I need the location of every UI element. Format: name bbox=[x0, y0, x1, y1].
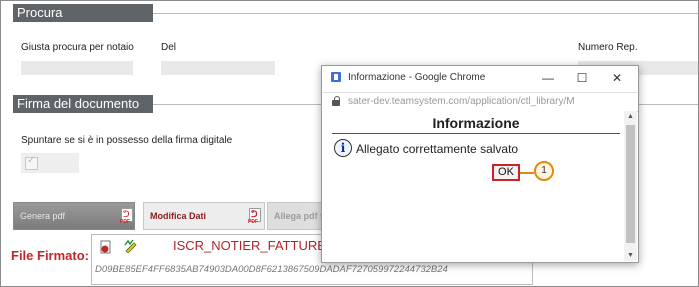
page-frame: Procura Giusta procura per notaio Del Nu… bbox=[0, 0, 699, 287]
popup-scrollbar[interactable]: ▲ ▼ bbox=[624, 111, 637, 261]
section-header-firma: Firma del documento bbox=[13, 95, 153, 113]
popup-heading: Informazione bbox=[332, 115, 620, 134]
ok-button[interactable]: OK bbox=[492, 164, 520, 181]
popup-window-title: Informazione - Google Chrome bbox=[348, 72, 486, 83]
scrollbar-thumb[interactable] bbox=[626, 125, 635, 243]
firma-digitale-checkbox[interactable] bbox=[21, 153, 79, 173]
allega-pdf-firmato-button[interactable]: Allega pdf fir bbox=[267, 202, 325, 230]
chrome-icon bbox=[331, 72, 341, 82]
allega-pdf-label: Allega pdf fir bbox=[274, 211, 325, 221]
lock-icon bbox=[332, 96, 340, 106]
file-hash: D09BE85EF4FF6835AB74903DA00D8F6213867509… bbox=[95, 264, 448, 275]
close-icon[interactable]: ✕ bbox=[607, 68, 627, 88]
popup-content: Informazione i Allegato correttamente sa… bbox=[322, 111, 624, 261]
pdf-icon: ᕤ PDF bbox=[120, 208, 133, 225]
section-title-procura: Procura bbox=[17, 5, 63, 20]
callout-line bbox=[520, 172, 534, 174]
minimize-icon[interactable]: — bbox=[538, 68, 558, 88]
maximize-icon[interactable]: ☐ bbox=[572, 68, 592, 88]
file-name-link[interactable]: ISCR_NOTIER_FATTURE_1 bbox=[173, 238, 340, 253]
scroll-up-icon[interactable]: ▲ bbox=[627, 113, 634, 120]
info-popup-window: Informazione - Google Chrome — ☐ ✕ sater… bbox=[321, 65, 639, 263]
signed-file-icon bbox=[100, 240, 111, 254]
label-firma-digitale: Spuntare se si è in possesso della firma… bbox=[21, 135, 233, 146]
file-firmato-label: File Firmato: bbox=[11, 248, 90, 263]
popup-url: sater-dev.teamsystem.com/application/ctl… bbox=[348, 96, 575, 107]
del-field[interactable] bbox=[161, 61, 275, 75]
step-callout-badge: 1 bbox=[534, 161, 554, 181]
notaio-field[interactable] bbox=[21, 61, 133, 75]
modifica-dati-label: Modifica Dati bbox=[150, 211, 207, 221]
label-notaio: Giusta procura per notaio bbox=[21, 42, 134, 53]
info-icon: i bbox=[334, 139, 352, 157]
popup-url-bar: sater-dev.teamsystem.com/application/ctl… bbox=[322, 92, 638, 112]
checkbox-check-icon bbox=[25, 155, 38, 170]
section-title-firma: Firma del documento bbox=[17, 96, 140, 111]
signature-pen-icon[interactable] bbox=[124, 239, 140, 253]
genera-pdf-button[interactable]: Genera pdf ᕤ PDF bbox=[13, 202, 135, 230]
scroll-down-icon[interactable]: ▼ bbox=[627, 252, 634, 259]
label-numero-rep: Numero Rep. bbox=[578, 42, 638, 53]
modifica-dati-button[interactable]: Modifica Dati ᕤ PDF bbox=[143, 202, 265, 230]
section-divider bbox=[153, 13, 698, 14]
genera-pdf-label: Genera pdf bbox=[20, 211, 66, 221]
popup-titlebar[interactable]: Informazione - Google Chrome — ☐ ✕ bbox=[322, 66, 638, 90]
pdf-icon: ᕤ PDF bbox=[248, 208, 261, 225]
section-header-procura: Procura bbox=[13, 4, 153, 22]
label-del: Del bbox=[161, 42, 177, 53]
popup-message: Allegato correttamente salvato bbox=[356, 142, 519, 156]
